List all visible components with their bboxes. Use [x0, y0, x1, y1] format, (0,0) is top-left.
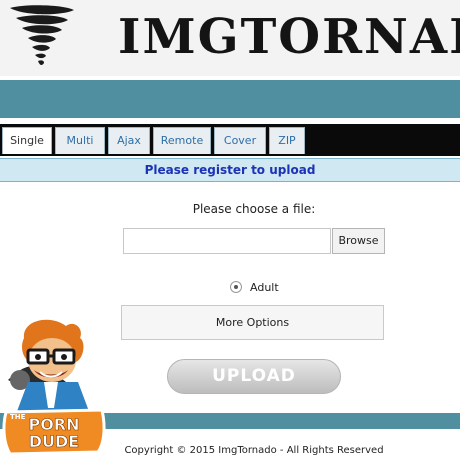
- tab-single[interactable]: Single: [2, 127, 52, 154]
- file-path-field[interactable]: [123, 228, 331, 254]
- tab-ajax[interactable]: Ajax: [108, 127, 150, 154]
- tornado-icon[interactable]: [2, 2, 80, 72]
- site-header: IMGTORNADO: [0, 0, 460, 76]
- adult-radio-label[interactable]: Adult: [250, 281, 279, 294]
- upload-button[interactable]: UPLOAD: [167, 359, 341, 394]
- badge-dude-text: DUDE: [29, 432, 79, 451]
- badge-the-text: THE: [10, 413, 26, 421]
- tab-zip[interactable]: ZIP: [269, 127, 305, 154]
- tab-cover[interactable]: Cover: [214, 127, 266, 154]
- porn-dude-mascot[interactable]: THE PORN DUDE: [0, 318, 108, 460]
- tab-remote[interactable]: Remote: [153, 127, 211, 154]
- upload-tabs: Single Multi Ajax Remote Cover ZIP: [0, 124, 460, 156]
- browse-button[interactable]: Browse: [332, 228, 385, 254]
- adult-radio[interactable]: [230, 281, 242, 293]
- choose-file-label: Please choose a file:: [192, 202, 316, 216]
- header-band: [0, 80, 460, 118]
- radio-selected-dot: [234, 285, 238, 289]
- tab-multi[interactable]: Multi: [55, 127, 105, 154]
- more-options-button[interactable]: More Options: [121, 305, 384, 340]
- register-notice[interactable]: Please register to upload: [0, 158, 460, 182]
- site-title: IMGTORNADO: [118, 9, 460, 65]
